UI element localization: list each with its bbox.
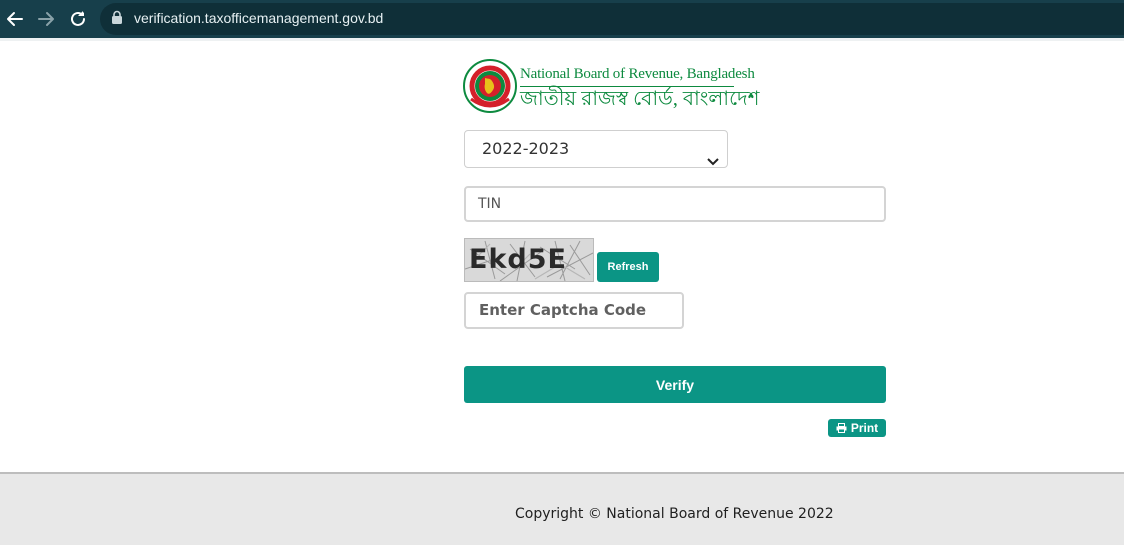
back-arrow-icon[interactable] <box>2 6 28 32</box>
browser-toolbar: verification.taxofficemanagement.gov.bd <box>0 0 1124 38</box>
chevron-down-icon <box>707 144 719 180</box>
government-seal-icon <box>463 59 517 113</box>
assessment-year-select[interactable]: 2022-2023 <box>464 130 728 168</box>
captcha-input[interactable]: Enter Captcha Code <box>464 292 684 329</box>
print-label: Print <box>850 421 879 435</box>
logo-title-english: National Board of Revenue, Bangladesh <box>520 66 755 82</box>
refresh-captcha-button[interactable]: Refresh <box>597 252 659 282</box>
lock-icon[interactable] <box>111 10 125 26</box>
forward-arrow-icon[interactable] <box>33 6 59 32</box>
verify-button[interactable]: Verify <box>464 366 886 403</box>
toolbar-divider <box>0 38 1124 41</box>
tin-input[interactable]: TIN <box>464 186 886 222</box>
assessment-year-value: 2022-2023 <box>482 139 570 158</box>
print-button[interactable]: Print <box>828 419 886 437</box>
copyright-text: Copyright © National Board of Revenue 20… <box>515 506 834 522</box>
captcha-code: Ekd5E <box>469 244 567 275</box>
captcha-image: Ekd5E <box>464 238 594 282</box>
printer-icon <box>836 423 847 433</box>
logo-title-bengali: জাতীয় রাজস্ব বোর্ড, বাংলাদেশ <box>520 88 760 110</box>
url-text[interactable]: verification.taxofficemanagement.gov.bd <box>134 10 383 26</box>
reload-icon[interactable] <box>65 6 91 32</box>
